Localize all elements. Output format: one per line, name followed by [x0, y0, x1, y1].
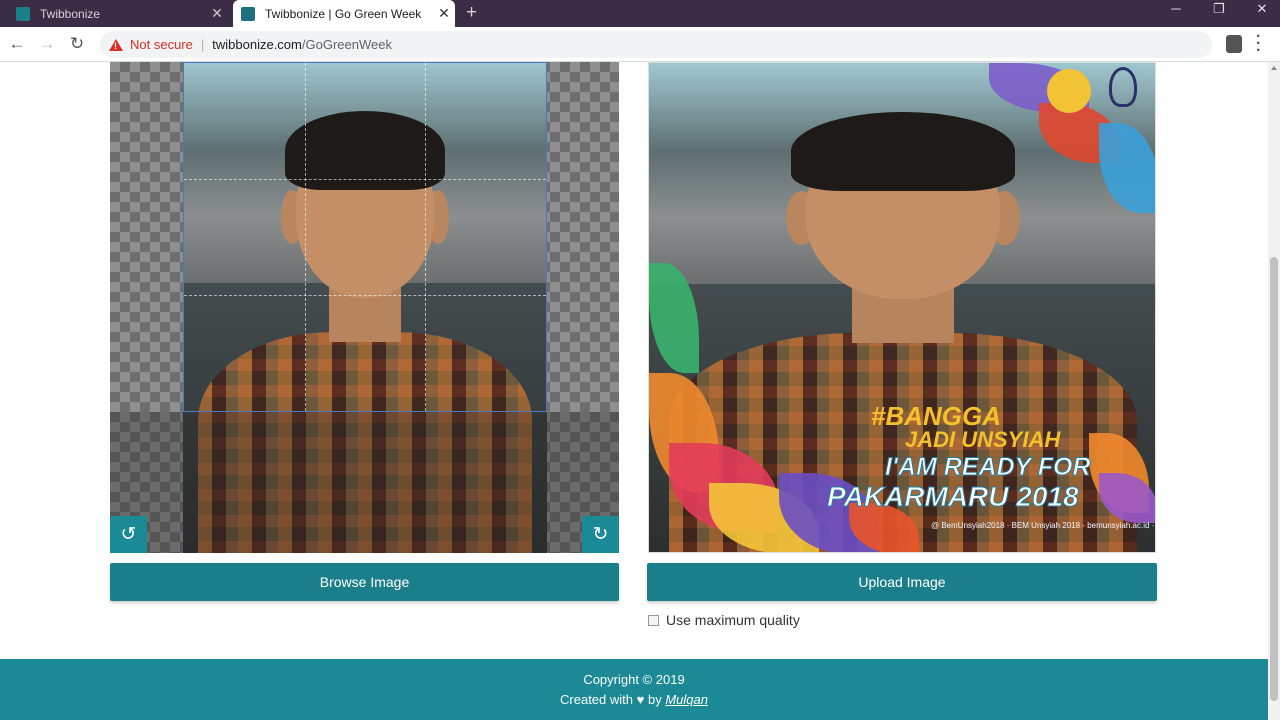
browse-image-button[interactable]: Browse Image	[110, 563, 619, 601]
tab-title: Twibbonize | Go Green Week	[265, 6, 422, 21]
credits-line: Created with ♥ by Mulqan	[0, 692, 1268, 707]
restore-icon[interactable]: ❐	[1198, 0, 1240, 22]
twibbonize-favicon-icon	[16, 6, 30, 21]
overlay-line-2: JADI UNSYIAH	[905, 427, 1061, 452]
bem-logo-icon	[1109, 67, 1137, 107]
overlay-line-3: I'AM READY FOR	[885, 453, 1091, 482]
profile-icon[interactable]	[1226, 35, 1242, 53]
copyright-text: Copyright © 2019	[583, 672, 685, 687]
outside-crop-dim	[110, 412, 619, 553]
rotate-left-icon: ↺	[120, 524, 137, 545]
rotate-right-icon: ↻	[592, 524, 609, 545]
warning-icon: !	[109, 38, 123, 51]
by-text: by	[647, 692, 662, 707]
scroll-up-icon[interactable]	[1271, 66, 1277, 70]
scrollbar-thumb[interactable]	[1270, 257, 1278, 701]
browser-toolbar: ← → ↻ ! Not secure | twibbonize.com/GoGr…	[0, 27, 1280, 62]
twibbon-preview: #BANGGA JADI UNSYIAH I'AM READY FOR PAKA…	[648, 62, 1156, 553]
url-host: twibbonize.com	[212, 37, 302, 52]
max-quality-option[interactable]: Use maximum quality	[648, 612, 800, 628]
rotate-left-button[interactable]: ↺	[110, 516, 147, 553]
max-quality-checkbox[interactable]	[648, 614, 659, 626]
author-link[interactable]: Mulqan	[665, 692, 708, 707]
tab-title: Twibbonize	[40, 6, 101, 21]
upload-image-button[interactable]: Upload Image	[647, 563, 1157, 601]
site-footer: Copyright © 2019 Created with ♥ by Mulqa…	[0, 659, 1268, 720]
tab-twibbonize[interactable]: Twibbonize ✕	[8, 0, 228, 27]
close-icon[interactable]: ✕	[1241, 0, 1280, 22]
back-arrow-icon[interactable]: ←	[6, 33, 28, 55]
address-separator: |	[200, 37, 205, 52]
page-scrollbar[interactable]	[1268, 62, 1280, 720]
forward-arrow-icon[interactable]: →	[36, 33, 58, 55]
url-path: /GoGreenWeek	[301, 37, 392, 52]
security-indicator[interactable]: Not secure	[130, 37, 193, 52]
browser-tab-bar: Twibbonize ✕ Twibbonize | Go Green Week …	[0, 0, 1280, 27]
address-bar[interactable]: ! Not secure | twibbonize.com/GoGreenWee…	[100, 31, 1212, 58]
menu-kebab-icon[interactable]: · · ·	[1256, 29, 1261, 59]
university-logo-icon	[1047, 69, 1091, 113]
reload-icon[interactable]: ↻	[66, 33, 88, 55]
plus-icon[interactable]: +	[466, 2, 477, 24]
max-quality-label: Use maximum quality	[666, 612, 800, 628]
overlay-line-4: PAKARMARU 2018	[827, 481, 1080, 513]
rotate-right-button[interactable]: ↻	[582, 516, 619, 553]
tab-go-green-week[interactable]: Twibbonize | Go Green Week ✕	[233, 0, 455, 27]
close-tab-icon[interactable]: ✕	[206, 5, 228, 22]
crop-box[interactable]	[183, 62, 547, 412]
close-tab-icon[interactable]: ✕	[433, 5, 455, 22]
twibbonize-favicon-icon	[241, 6, 255, 21]
overlay-social-handles: @ BemUnsyiah2018 · BEM Unsyiah 2018 · be…	[931, 521, 1155, 530]
crop-editor[interactable]: ↺ ↻	[110, 62, 619, 553]
created-with-text: Created with	[560, 692, 633, 707]
page-content: ↺ ↻ #BANGGA JADI UNSYIAH I'AM READY FOR …	[0, 62, 1268, 720]
heart-icon: ♥	[636, 692, 645, 707]
minimize-icon[interactable]: ─	[1155, 0, 1197, 22]
